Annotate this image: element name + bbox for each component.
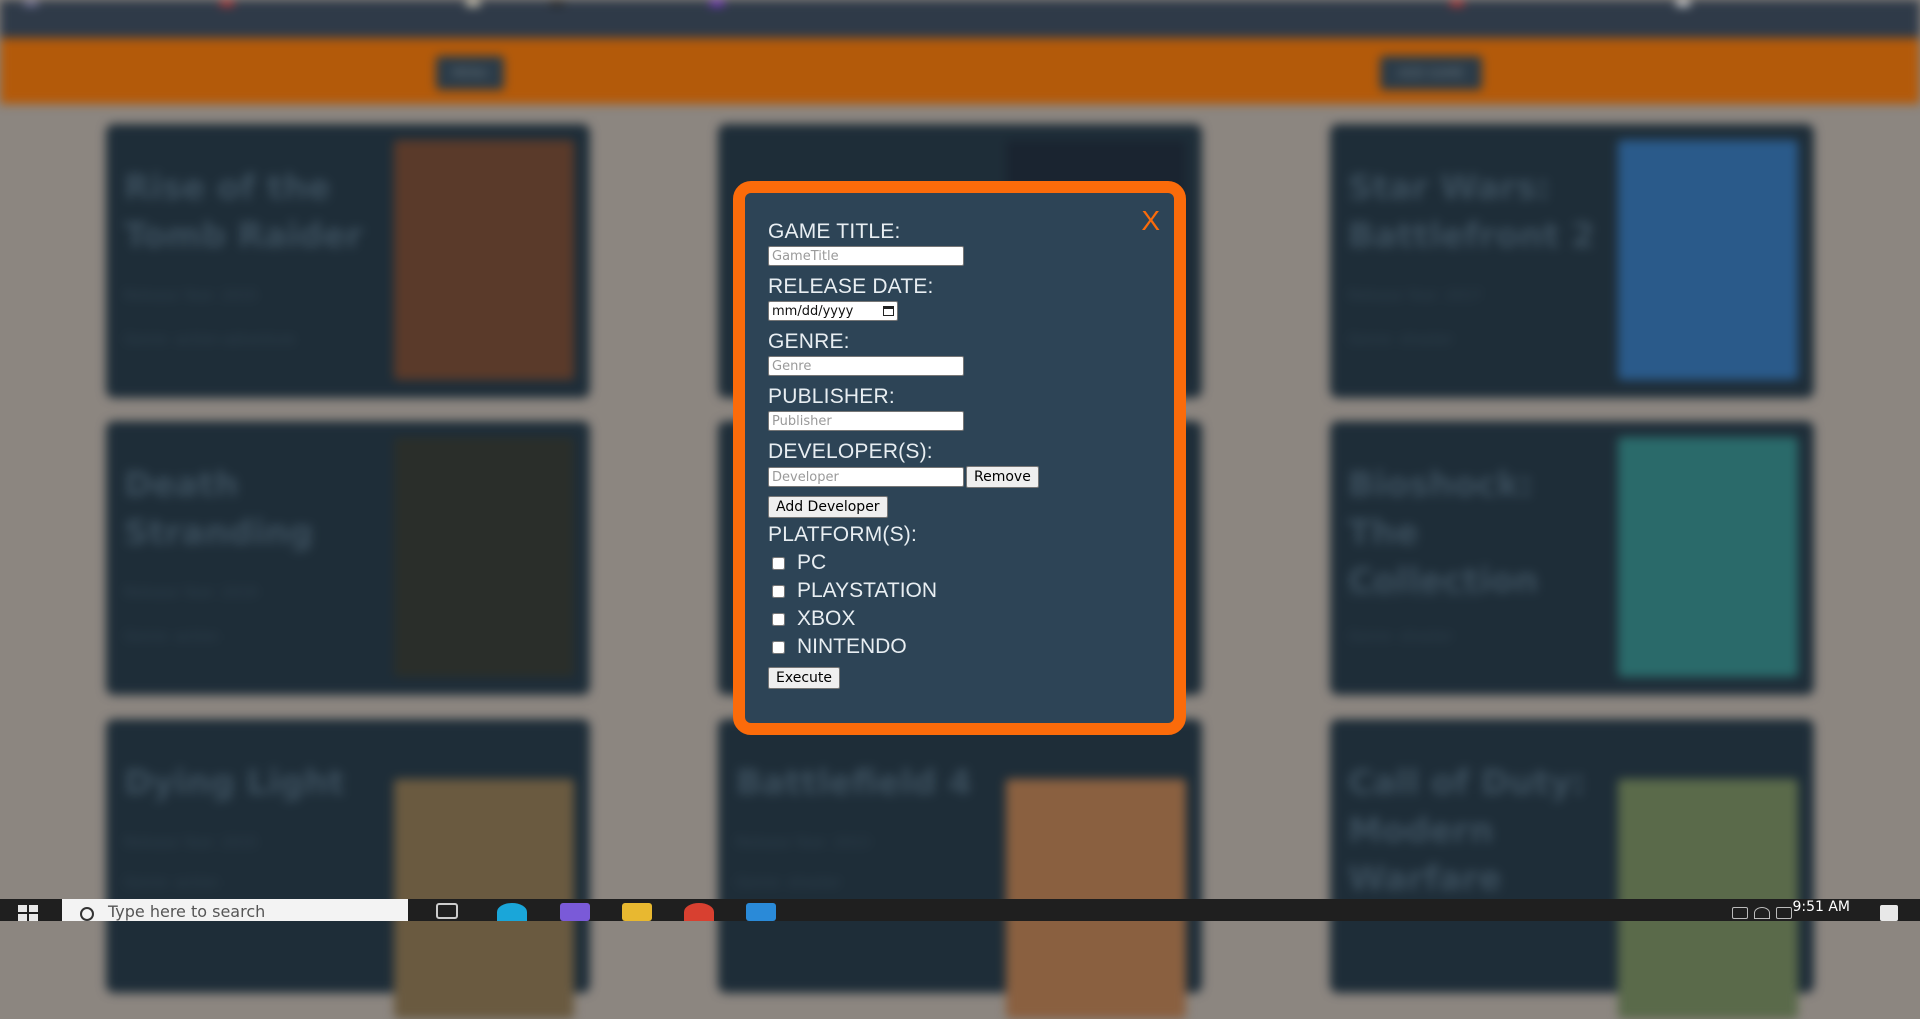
platform-option-nintendo[interactable]: NINTENDO xyxy=(768,633,1148,661)
game-card[interactable]: Call of Duty: Modern Warfare xyxy=(1330,719,1814,1019)
platform-label-pc: PC xyxy=(797,551,827,574)
game-card-genre: Genre: action xyxy=(124,629,219,645)
taskbar-clock[interactable]: 9:51 AM xyxy=(1792,899,1850,915)
calendar-icon[interactable] xyxy=(883,306,894,316)
bookmark-icon xyxy=(466,0,480,6)
wifi-icon[interactable] xyxy=(1754,907,1770,919)
execute-button[interactable]: Execute xyxy=(768,667,840,689)
site-header: MENU ADD GAME xyxy=(0,38,1920,104)
developers-label: DEVELOPER(S): xyxy=(768,440,933,463)
game-card-title: Rise of the Tomb Raider xyxy=(124,168,363,256)
game-card-title: Death Stranding xyxy=(124,465,314,553)
game-card[interactable]: Rise of the Tomb Raider Release Year: 20… xyxy=(106,124,590,398)
bookmark-icon xyxy=(710,0,724,6)
task-view-icon[interactable] xyxy=(436,903,458,919)
notification-icon[interactable] xyxy=(1880,905,1898,921)
platform-checkbox-pc[interactable] xyxy=(772,556,785,570)
game-card-release: Release Year: 2017 xyxy=(1348,288,1482,304)
platforms-label: PLATFORM(S): xyxy=(768,523,918,546)
game-card-release: Release Year: 2019 xyxy=(124,585,258,601)
game-card-release: Release Year: 2015 xyxy=(124,288,258,304)
game-cover-image xyxy=(1618,437,1798,677)
platform-checkbox-xbox[interactable] xyxy=(772,612,785,626)
remove-developer-button[interactable]: Remove xyxy=(966,466,1039,488)
release-date-input[interactable]: mm/dd/yyyy xyxy=(768,301,898,321)
game-title-label: GAME TITLE: xyxy=(768,220,901,243)
tray-chevron-icon[interactable] xyxy=(1712,907,1726,917)
game-card-title: Dying Light xyxy=(124,763,345,803)
developer-input[interactable] xyxy=(768,467,964,487)
game-card-genre: Genre: shooter xyxy=(736,875,841,891)
publisher-input[interactable] xyxy=(768,411,964,431)
game-card-release: Release Year: 2013 xyxy=(736,835,870,851)
game-card-release: Release Year: 2015 xyxy=(124,835,258,851)
bookmark-icon xyxy=(220,0,234,6)
bookmark-icon xyxy=(1676,0,1690,6)
search-icon xyxy=(80,907,94,921)
file-explorer-icon[interactable] xyxy=(622,903,652,921)
game-card[interactable]: Dying Light Release Year: 2015 Genre: ac… xyxy=(106,719,590,1019)
browser-bookmarks-bar xyxy=(0,0,1920,38)
platform-checkbox-playstation[interactable] xyxy=(772,584,785,598)
platform-label-playstation: PLAYSTATION xyxy=(797,579,938,602)
release-date-value: mm/dd/yyyy xyxy=(772,303,854,319)
platform-option-playstation[interactable]: PLAYSTATION xyxy=(768,577,1148,605)
game-cover-image xyxy=(394,140,574,380)
windows-start-icon[interactable] xyxy=(18,905,38,921)
game-card-title: Star Wars: Battlefront 2 xyxy=(1348,168,1595,256)
release-date-label: RELEASE DATE: xyxy=(768,275,934,298)
game-card[interactable]: Death Stranding Release Year: 2019 Genre… xyxy=(106,421,590,695)
game-card[interactable]: Battlefield 4 Release Year: 2013 Genre: … xyxy=(718,719,1202,1019)
game-card-title: Bioshock: The Collection xyxy=(1348,465,1539,601)
menu-button[interactable]: MENU xyxy=(436,56,504,90)
copilot-icon[interactable] xyxy=(560,903,590,921)
game-card-genre: Genre: action xyxy=(124,875,219,891)
platform-label-nintendo: NINTENDO xyxy=(797,635,907,658)
taskbar-search[interactable]: Type here to search xyxy=(62,899,408,921)
developer-row: Remove xyxy=(768,466,1148,488)
publisher-label: PUBLISHER: xyxy=(768,385,895,408)
bookmark-icon xyxy=(24,0,38,6)
add-game-form: GAME TITLE: RELEASE DATE: mm/dd/yyyy GEN… xyxy=(768,219,1148,689)
game-title-input[interactable] xyxy=(768,246,964,266)
platform-option-xbox[interactable]: XBOX xyxy=(768,605,1148,633)
genre-label: GENRE: xyxy=(768,330,850,353)
platform-label-xbox: XBOX xyxy=(797,607,856,630)
platform-option-pc[interactable]: PC xyxy=(768,549,1148,577)
network-icon[interactable] xyxy=(1732,907,1748,919)
game-cover-image xyxy=(394,437,574,677)
game-card-genre: Genre: action-adventure xyxy=(124,332,296,348)
add-game-button[interactable]: ADD GAME xyxy=(1380,56,1482,90)
bookmark-icon xyxy=(550,0,564,6)
edge-icon[interactable] xyxy=(497,903,527,921)
volume-icon[interactable] xyxy=(1776,907,1792,919)
game-cover-image xyxy=(1618,140,1798,380)
taskbar: Type here to search 9:51 AM xyxy=(0,899,1920,921)
game-card-genre: Genre: shooter xyxy=(1348,332,1453,348)
platform-checkbox-nintendo[interactable] xyxy=(772,640,785,654)
taskbar-search-placeholder: Type here to search xyxy=(108,902,266,921)
game-card-title: Battlefield 4 xyxy=(736,763,972,803)
game-card[interactable]: Bioshock: The Collection Release Year: 2… xyxy=(1330,421,1814,695)
bookmark-icon xyxy=(1450,0,1464,6)
game-card-release: Release Year: 2016 xyxy=(1348,585,1482,601)
genre-input[interactable] xyxy=(768,356,964,376)
vscode-icon[interactable] xyxy=(746,903,776,921)
game-card-genre: Genre: shooter xyxy=(1348,629,1453,645)
game-card[interactable]: Star Wars: Battlefront 2 Release Year: 2… xyxy=(1330,124,1814,398)
add-developer-button[interactable]: Add Developer xyxy=(768,496,888,518)
game-card-title: Call of Duty: Modern Warfare xyxy=(1348,763,1586,899)
add-game-modal: X GAME TITLE: RELEASE DATE: mm/dd/yyyy G… xyxy=(733,181,1186,735)
chrome-icon[interactable] xyxy=(684,903,714,921)
